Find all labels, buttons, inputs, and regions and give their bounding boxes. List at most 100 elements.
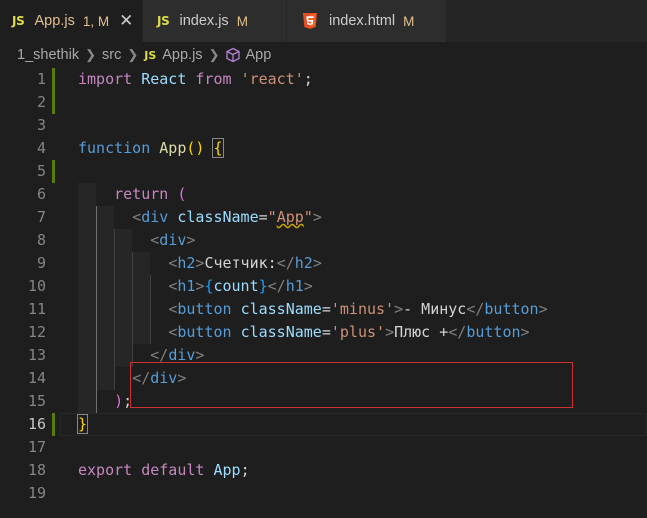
code-token: ( [177, 185, 187, 203]
tab-label: App.js [34, 13, 75, 29]
code-token: } [258, 277, 268, 295]
breadcrumb-folder[interactable]: 1_shethik [17, 47, 79, 63]
red-highlight-box [130, 362, 573, 408]
code-line[interactable]: 8 <div> [0, 229, 647, 252]
code-token: ; [303, 70, 313, 88]
code-editor[interactable]: 1 import React from 'react'; 2 3 4 function A… [0, 68, 647, 518]
code-text: export default App; [78, 459, 250, 482]
code-token: React [141, 70, 187, 88]
line-number: 1 [36, 70, 46, 88]
chevron-right-icon: ❯ [85, 47, 96, 62]
code-text: import React from 'react'; [78, 68, 313, 91]
line-number: 11 [27, 300, 46, 318]
code-line[interactable]: 4 function App() { [0, 137, 647, 160]
tab-index-html[interactable]: index.html M [287, 0, 447, 42]
code-token: - Минус [403, 300, 467, 318]
line-number: 14 [27, 369, 46, 387]
code-token: div [159, 231, 187, 249]
code-text: } [76, 413, 89, 436]
symbol-cube-icon [226, 47, 241, 63]
tab-app-js[interactable]: JS App.js 1, M ✕ [0, 0, 143, 42]
code-text: <button className='minus'>- Минус</butto… [78, 298, 547, 321]
code-line[interactable]: 12 <button className='plus'>Плюс +</butt… [0, 321, 647, 344]
code-token: h2 [294, 254, 313, 272]
code-line[interactable]: 9 <h2>Счетчик:</h2> [0, 252, 647, 275]
line-number: 15 [27, 392, 46, 410]
code-token: h1 [285, 277, 304, 295]
code-line[interactable]: 7 <div className="App"> [0, 206, 647, 229]
code-token: " [267, 208, 277, 226]
code-token: ; [240, 461, 250, 479]
code-token: default [141, 461, 205, 479]
code-token: > [186, 231, 196, 249]
code-token: > [385, 323, 395, 341]
breadcrumb-file[interactable]: App.js [162, 47, 202, 63]
code-line[interactable]: 16} [0, 413, 647, 436]
tab-index-js[interactable]: JS index.js M [143, 0, 287, 42]
breadcrumb: 1_shethik ❯ src ❯ JS App.js ❯ App [0, 42, 647, 68]
code-line[interactable]: 11 <button className='minus'>- Минус</bu… [0, 298, 647, 321]
code-line[interactable]: 6 return ( [0, 183, 647, 206]
code-token: } [76, 414, 89, 434]
code-token: 'react' [240, 70, 304, 88]
code-token: Плюс + [394, 323, 449, 341]
js-file-icon: JS [157, 14, 170, 28]
code-line[interactable]: 19 [0, 482, 647, 505]
code-line[interactable]: 2 [0, 91, 647, 114]
code-token: className [240, 300, 322, 318]
code-token: 'plus' [330, 323, 386, 341]
code-text: return ( [78, 183, 186, 206]
code-token: </ [466, 300, 485, 318]
js-file-icon: JS [144, 48, 157, 62]
js-file-icon: JS [12, 14, 25, 28]
code-token: < [168, 300, 178, 318]
code-line[interactable]: 17 [0, 436, 647, 459]
code-token: App [213, 461, 241, 479]
code-token: App [159, 139, 187, 157]
code-token: > [303, 277, 313, 295]
chevron-right-icon: ❯ [127, 47, 139, 62]
code-token: button [177, 300, 232, 318]
line-number: 17 [27, 438, 46, 456]
code-line[interactable]: 18 export default App; [0, 459, 647, 482]
code-token: </ [448, 323, 467, 341]
line-number: 4 [36, 139, 46, 157]
code-line[interactable]: 5 [0, 160, 647, 183]
code-line[interactable]: 10 <h1>{count}</h1> [0, 275, 647, 298]
line-number: 3 [36, 116, 46, 134]
code-token: className [240, 323, 322, 341]
code-token: h2 [177, 254, 196, 272]
code-token: </ [276, 254, 295, 272]
line-number: 2 [36, 93, 46, 111]
code-token: > [312, 208, 322, 226]
line-number: 10 [27, 277, 46, 295]
line-number: 12 [27, 323, 46, 341]
line-number: 9 [36, 254, 46, 272]
code-token: function [78, 139, 151, 157]
code-text: <div className="App"> [78, 206, 322, 229]
line-number: 13 [27, 346, 46, 364]
code-token: < [150, 231, 160, 249]
tab-label: index.js [179, 13, 229, 29]
code-token: > [312, 254, 322, 272]
tab-modified-flag: M [403, 13, 415, 29]
code-token: 'minus' [330, 300, 395, 318]
code-token: from [195, 70, 232, 88]
breadcrumb-src[interactable]: src [102, 47, 121, 63]
close-icon[interactable]: ✕ [119, 11, 133, 31]
code-line[interactable]: 1 import React from 'react'; [0, 68, 647, 91]
code-token: count [213, 277, 259, 295]
breadcrumb-symbol[interactable]: App [245, 47, 271, 63]
code-line[interactable]: 3 [0, 114, 647, 137]
line-number: 7 [36, 208, 46, 226]
code-token: button [177, 323, 232, 341]
